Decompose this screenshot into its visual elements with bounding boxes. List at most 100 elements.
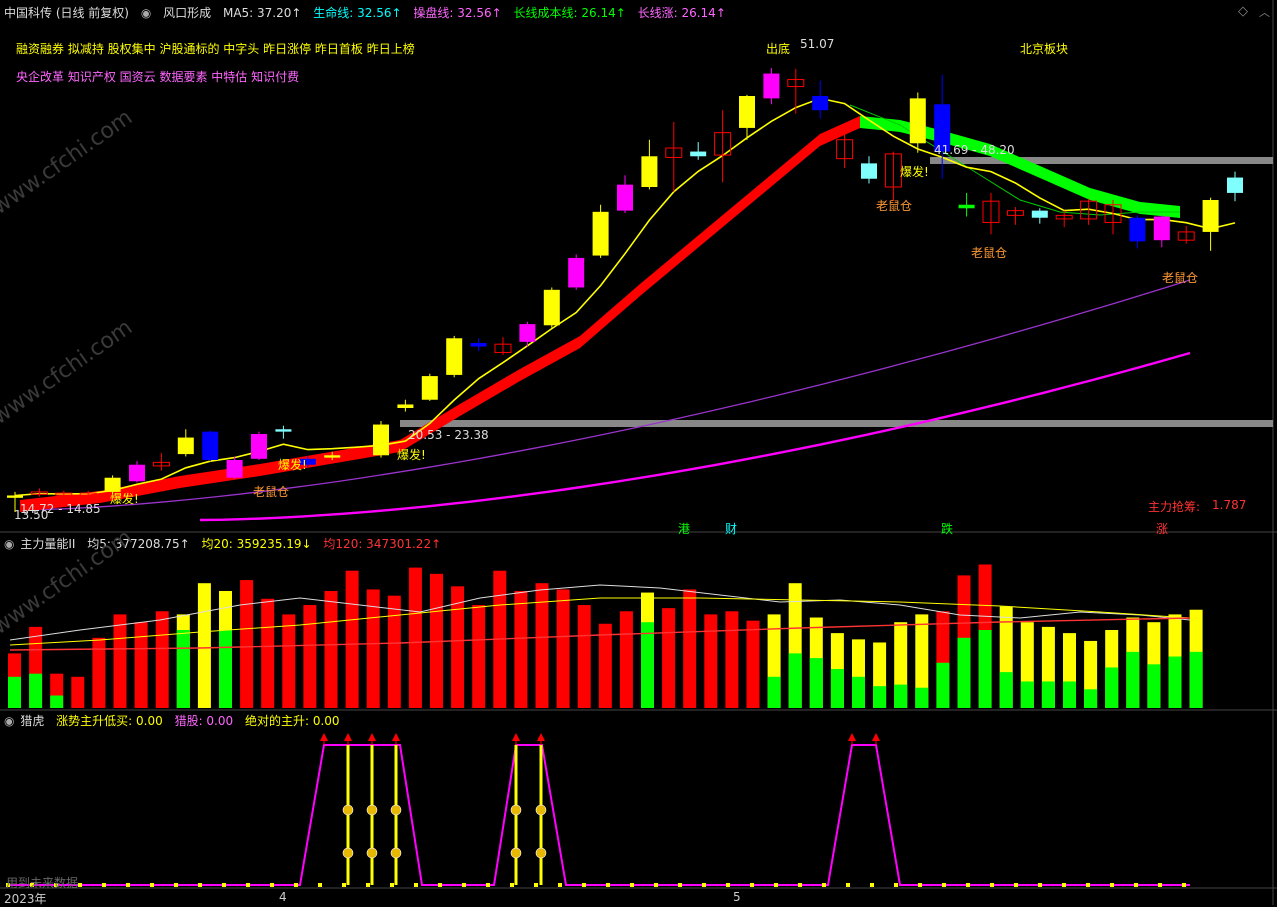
candle-body bbox=[446, 338, 463, 375]
tiger-base-dot bbox=[822, 883, 826, 887]
rat-label-1: 老鼠仓 bbox=[253, 485, 290, 499]
candle-body bbox=[519, 324, 536, 342]
volume-bar bbox=[725, 611, 739, 708]
volume-green-part bbox=[29, 673, 43, 708]
tiger-base-dot bbox=[270, 883, 274, 887]
volume-green-part bbox=[809, 658, 823, 708]
future-data-note: 用到未来数据 bbox=[6, 876, 79, 890]
x-may-label: 5 bbox=[733, 890, 741, 904]
candle-body bbox=[397, 404, 414, 409]
volume-bar bbox=[197, 583, 211, 708]
tiger-base-dot bbox=[390, 883, 394, 887]
volume-green-part bbox=[788, 653, 802, 708]
candle-body bbox=[592, 211, 609, 256]
tiger-base-dot bbox=[462, 883, 466, 887]
candle-body bbox=[275, 429, 292, 432]
candle-body bbox=[1202, 200, 1219, 232]
rat-label-3: 老鼠仓 bbox=[971, 246, 1008, 260]
volume-green-part bbox=[50, 695, 64, 708]
volume-green-part bbox=[1126, 651, 1140, 708]
coin-icon bbox=[342, 804, 354, 816]
panel3-gear-icon[interactable]: ◉ bbox=[4, 714, 14, 728]
absolute-value: 绝对的主升: 0.00 bbox=[244, 714, 340, 728]
range-label-1: 41.69 - 48.20 bbox=[934, 143, 1015, 157]
tiger-base-dot bbox=[534, 883, 538, 887]
volume-green-part bbox=[1147, 664, 1161, 708]
tiger-base-dot bbox=[1038, 883, 1042, 887]
coin-icon bbox=[535, 847, 547, 859]
tiger-base-dot bbox=[678, 883, 682, 887]
tiger-base-dot bbox=[870, 883, 874, 887]
tiger-base-dot bbox=[1134, 883, 1138, 887]
rat-label-4: 老鼠仓 bbox=[1162, 271, 1199, 285]
candle-body bbox=[739, 96, 755, 128]
tiger-base-dot bbox=[78, 883, 82, 887]
tiger-base-dot bbox=[150, 883, 154, 887]
candle-body bbox=[1129, 217, 1146, 242]
volume-bar bbox=[240, 580, 254, 708]
event-drop: 跌 bbox=[941, 522, 954, 536]
volume-green-part bbox=[1063, 681, 1076, 708]
tiger-base-dot bbox=[774, 883, 778, 887]
event-rise: 涨 bbox=[1156, 522, 1169, 536]
tiger-panel-name: 猎虎 bbox=[20, 714, 45, 728]
rat-label-2: 老鼠仓 bbox=[876, 199, 913, 213]
coin-icon bbox=[342, 847, 354, 859]
volume-green-part bbox=[176, 630, 190, 708]
volume-bar bbox=[598, 623, 612, 708]
support-zone-low bbox=[400, 420, 1273, 427]
tiger-base-dot bbox=[1062, 883, 1066, 887]
volume-panel-name: 主力量能II bbox=[20, 537, 76, 551]
range-label-2: 20.53 - 23.38 bbox=[408, 428, 489, 442]
volume-green-part bbox=[641, 622, 654, 708]
volume-green-part bbox=[873, 686, 887, 708]
volume-green-part bbox=[1020, 681, 1034, 708]
tiger-base-dot bbox=[798, 883, 802, 887]
tiger-base-dot bbox=[582, 883, 586, 887]
tiger-panel-header: ◉ 猎虎 涨势主升低买: 0.00 猎股: 0.00 绝对的主升: 0.00 bbox=[4, 712, 348, 730]
candle-body bbox=[690, 151, 707, 157]
stock-chart[interactable] bbox=[0, 0, 1277, 905]
volume-bar bbox=[134, 622, 148, 708]
coin-icon bbox=[390, 804, 402, 816]
volume-bar bbox=[113, 614, 127, 708]
candle-body bbox=[226, 460, 243, 478]
tiger-base-dot bbox=[294, 883, 298, 887]
tiger-base-dot bbox=[486, 883, 490, 887]
tiger-base-dot bbox=[558, 883, 562, 887]
ship-bottom-label: 出底 bbox=[766, 42, 791, 56]
tiger-base-dot bbox=[990, 883, 994, 887]
candle-body bbox=[568, 257, 585, 288]
volume-bar bbox=[282, 614, 296, 708]
candle-body bbox=[177, 437, 194, 455]
candle-body bbox=[617, 184, 633, 211]
coin-icon bbox=[390, 847, 402, 859]
candle-body bbox=[763, 73, 780, 99]
volume-bar bbox=[619, 611, 633, 708]
trend-value: 涨势主升低买: 0.00 bbox=[56, 714, 163, 728]
hunt-value: 猎股: 0.00 bbox=[174, 714, 234, 728]
long-rise-line bbox=[199, 351, 1191, 522]
coin-icon bbox=[366, 804, 378, 816]
tiger-base-dot bbox=[750, 883, 754, 887]
candle-body bbox=[251, 434, 267, 459]
coin-icon bbox=[510, 804, 522, 816]
high-price-label: 51.07 bbox=[800, 37, 835, 51]
tiger-base-dot bbox=[342, 883, 346, 887]
volume-bar bbox=[556, 589, 570, 708]
volume-green-part bbox=[767, 676, 781, 708]
burst-label-1: 爆发! bbox=[110, 492, 139, 506]
tiger-base-dot bbox=[1182, 883, 1186, 887]
life-line-band bbox=[20, 116, 860, 512]
tiger-base-dot bbox=[510, 883, 514, 887]
volume-green-part bbox=[894, 684, 908, 708]
volume-bar bbox=[387, 595, 401, 708]
burst-label-2: 爆发! bbox=[278, 458, 307, 472]
tiger-base-dot bbox=[174, 883, 178, 887]
panel-gear-icon[interactable]: ◉ bbox=[4, 537, 14, 551]
event-hk: 港 bbox=[678, 522, 691, 536]
avg120-value: 均120: 347301.22↑ bbox=[323, 537, 442, 551]
volume-bar bbox=[261, 598, 275, 708]
tiger-base-dot bbox=[1158, 883, 1162, 887]
volume-bar bbox=[71, 676, 85, 708]
